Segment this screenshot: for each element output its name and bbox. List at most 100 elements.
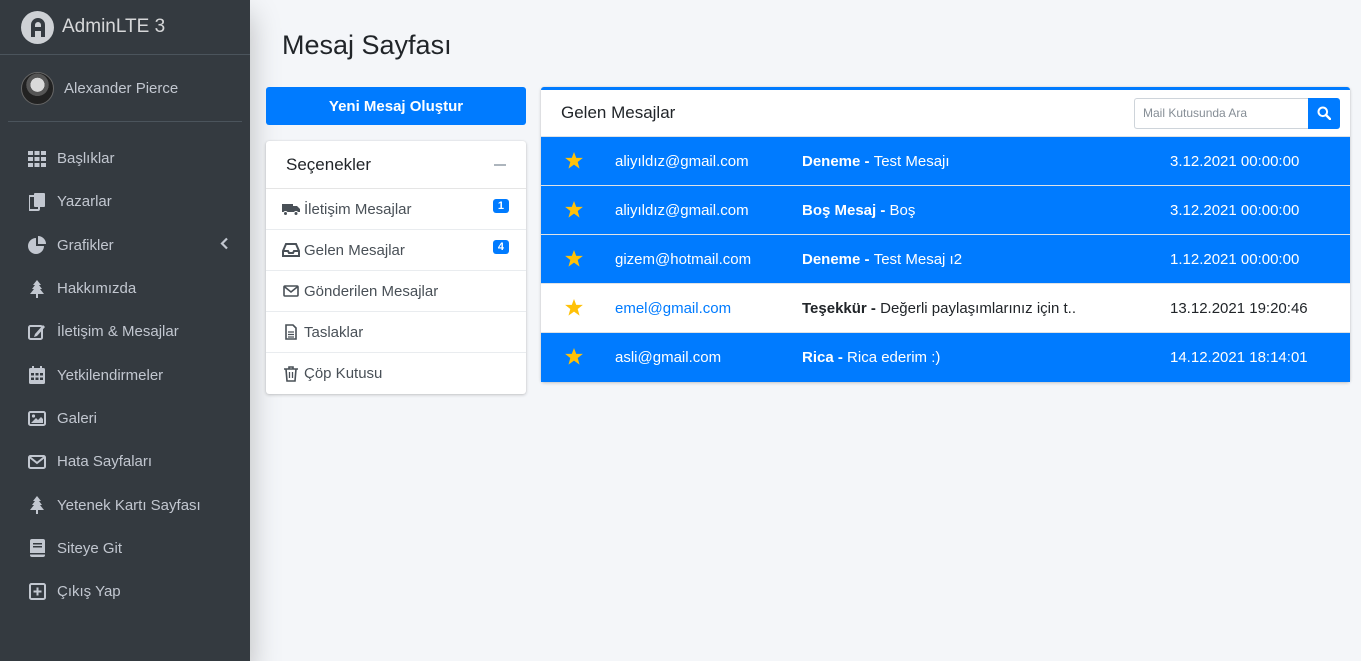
mailbox-search	[1134, 97, 1340, 129]
star-icon[interactable]	[565, 299, 583, 320]
search-button[interactable]	[1308, 97, 1340, 129]
sidebar-item-galeri[interactable]: Galeri	[0, 397, 250, 440]
sidebar-item-yetkilendirmeler[interactable]: Yetkilendirmeler	[0, 353, 250, 396]
sidebar: AdminLTE 3 Alexander Pierce Başlıklar Ya…	[0, 0, 250, 661]
message-row[interactable]: asli@gmail.com Rica - Rica ederim :) 14.…	[541, 333, 1350, 382]
folder-gelen[interactable]: Gelen Mesajlar 4	[266, 230, 526, 271]
inbox-card: Gelen Mesajlar aliyıldız@gmail.com Denem…	[541, 87, 1350, 382]
message-sender[interactable]: aliyıldız@gmail.com	[615, 202, 749, 219]
brand-logo-icon	[21, 10, 54, 44]
message-row[interactable]: aliyıldız@gmail.com Boş Mesaj - Boş 3.12…	[541, 186, 1350, 235]
grid-icon	[28, 150, 46, 168]
image-icon	[28, 409, 46, 427]
message-subject: Boş Mesaj	[802, 201, 877, 219]
sidebar-nav: Başlıklar Yazarlar Grafikler Hakkımızda	[0, 137, 250, 613]
sidebar-item-yetenek-karti[interactable]: Yetenek Kartı Sayfası	[0, 483, 250, 526]
message-subject-preview[interactable]: Boş Mesaj - Boş	[802, 202, 915, 219]
folder-label: İletişim Mesajlar	[304, 200, 412, 218]
sidebar-item-basliklar[interactable]: Başlıklar	[0, 137, 250, 180]
compose-button[interactable]: Yeni Mesaj Oluştur	[266, 87, 526, 125]
message-sender[interactable]: aliyıldız@gmail.com	[615, 153, 749, 170]
message-row[interactable]: emel@gmail.com Teşekkür - Değerli paylaş…	[541, 284, 1350, 333]
sidebar-item-label: Hakkımızda	[57, 280, 137, 298]
message-row[interactable]: aliyıldız@gmail.com Deneme - Test Mesajı…	[541, 137, 1350, 186]
pie-chart-icon	[28, 236, 46, 255]
star-icon[interactable]	[565, 152, 583, 173]
message-sender[interactable]: asli@gmail.com	[615, 349, 721, 366]
sidebar-item-yazarlar[interactable]: Yazarlar	[0, 180, 250, 223]
brand-name: AdminLTE 3	[62, 16, 166, 37]
message-sender[interactable]: gizem@hotmail.com	[615, 251, 751, 268]
sidebar-item-label: Yazarlar	[57, 193, 112, 211]
message-subject-preview[interactable]: Deneme - Test Mesajı	[802, 153, 950, 170]
folders-title: Seçenekler	[286, 154, 372, 174]
plus-square-icon	[28, 583, 46, 601]
sidebar-item-label: Hata Sayfaları	[57, 453, 153, 471]
minus-icon[interactable]	[494, 163, 506, 166]
message-subject: Teşekkür	[802, 299, 867, 317]
message-subject-preview[interactable]: Teşekkür - Değerli paylaşımlarınız için …	[802, 300, 1076, 317]
folder-taslaklar[interactable]: Taslaklar	[266, 312, 526, 353]
envelope-icon	[28, 453, 46, 471]
sidebar-item-label: Siteye Git	[57, 539, 123, 557]
unread-badge: 4	[492, 240, 509, 254]
sidebar-item-grafikler[interactable]: Grafikler	[0, 224, 250, 267]
sidebar-item-label: Galeri	[57, 409, 98, 427]
folder-label: Taslaklar	[304, 323, 364, 341]
envelope-icon	[282, 283, 300, 299]
star-icon[interactable]	[565, 201, 583, 222]
unread-badge: 1	[492, 199, 509, 213]
message-sender[interactable]: emel@gmail.com	[615, 300, 731, 317]
message-row[interactable]: gizem@hotmail.com Deneme - Test Mesaj ı2…	[541, 235, 1350, 284]
sidebar-item-siteye-git[interactable]: Siteye Git	[0, 527, 250, 570]
message-date: 3.12.2021 00:00:00	[1170, 201, 1300, 219]
brand-link[interactable]: AdminLTE 3	[0, 0, 250, 55]
user-panel[interactable]: Alexander Pierce	[8, 55, 242, 122]
book-icon	[28, 539, 46, 558]
message-preview: Rica ederim :)	[847, 349, 941, 366]
page-title: Mesaj Sayfası	[282, 30, 452, 60]
message-preview: Değerli paylaşımlarınız için t..	[880, 299, 1077, 317]
folder-iletisim[interactable]: İletişim Mesajlar 1	[266, 189, 526, 230]
sidebar-item-iletisim[interactable]: İletişim & Mesajlar	[0, 310, 250, 353]
folder-cop-kutusu[interactable]: Çöp Kutusu	[266, 353, 526, 394]
folder-label: Çöp Kutusu	[304, 365, 383, 382]
message-date: 14.12.2021 18:14:01	[1170, 349, 1308, 366]
copy-icon	[28, 192, 46, 211]
edit-icon	[28, 323, 46, 341]
sidebar-item-cikis-yap[interactable]: Çıkış Yap	[0, 570, 250, 613]
message-subject: Rica	[802, 349, 834, 366]
inbox-title: Gelen Mesajlar	[561, 103, 676, 122]
inbox-icon	[282, 242, 300, 258]
trash-icon	[282, 365, 300, 382]
message-preview: Boş	[889, 201, 916, 219]
sidebar-item-hakkimizda[interactable]: Hakkımızda	[0, 267, 250, 310]
search-input[interactable]	[1134, 97, 1308, 129]
sidebar-item-label: Başlıklar	[57, 150, 115, 168]
message-subject-preview[interactable]: Deneme - Test Mesaj ı2	[802, 251, 962, 268]
file-icon	[282, 324, 300, 340]
truck-icon	[282, 201, 300, 217]
message-preview: Test Mesajı	[873, 152, 950, 170]
sidebar-item-hata-sayfalari[interactable]: Hata Sayfaları	[0, 440, 250, 483]
user-name[interactable]: Alexander Pierce	[64, 80, 178, 97]
sidebar-item-label: Grafikler	[57, 236, 114, 254]
folders-card: Seçenekler İletişim Mesajlar 1 Gelen Mes…	[266, 141, 526, 394]
star-icon[interactable]	[565, 348, 583, 369]
sidebar-item-label: İletişim & Mesajlar	[57, 323, 179, 341]
folder-label: Gelen Mesajlar	[304, 241, 405, 259]
message-date: 3.12.2021 00:00:00	[1170, 152, 1300, 170]
folders-header: Seçenekler	[266, 141, 526, 189]
message-date: 1.12.2021 00:00:00	[1170, 250, 1300, 268]
message-subject: Deneme	[802, 152, 861, 170]
folder-label: Gönderilen Mesajlar	[304, 282, 439, 300]
tree-icon	[28, 279, 46, 298]
star-icon[interactable]	[565, 250, 583, 271]
sidebar-item-label: Çıkış Yap	[57, 583, 121, 601]
inbox-header: Gelen Mesajlar	[541, 90, 1350, 137]
folder-gonderilen[interactable]: Gönderilen Mesajlar	[266, 271, 526, 312]
message-subject-preview[interactable]: Rica - Rica ederim :)	[802, 349, 940, 366]
sidebar-item-label: Yetenek Kartı Sayfası	[57, 496, 201, 514]
chevron-left-icon[interactable]	[220, 237, 228, 254]
tree-icon	[28, 496, 46, 515]
